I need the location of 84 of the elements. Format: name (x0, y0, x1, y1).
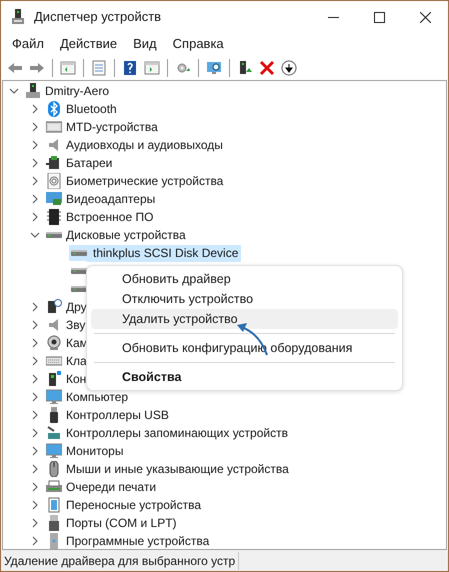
bluetooth-icon (46, 101, 62, 117)
tree-item[interactable]: Батареи (64, 154, 114, 172)
tree-item[interactable]: Очереди печати (64, 478, 158, 496)
expand-chevron-icon[interactable] (30, 410, 40, 420)
expand-chevron-icon[interactable] (30, 500, 40, 510)
tree-item[interactable]: thinkplus SCSI Disk Device (87, 244, 242, 262)
expand-chevron-icon[interactable] (30, 518, 40, 528)
expand-chevron-icon[interactable] (30, 446, 40, 456)
device-upload-icon (237, 60, 253, 76)
tree-item[interactable]: Bluetooth (64, 100, 119, 118)
help-icon (122, 60, 138, 76)
battery-icon (46, 155, 62, 171)
menu-item[interactable]: Справка (166, 34, 231, 54)
webcam-icon (46, 335, 62, 351)
tree-item[interactable]: Мониторы (64, 442, 126, 460)
expand-chevron-icon[interactable] (30, 122, 40, 132)
tree-item[interactable]: Дру (64, 298, 89, 316)
tablet-icon (46, 497, 62, 513)
expand-chevron-icon[interactable] (30, 428, 40, 438)
tree-item[interactable]: Программные устройства (64, 532, 212, 549)
monitor-icon (46, 443, 62, 459)
monitor-icon (46, 389, 62, 405)
window-icon (144, 60, 160, 76)
tree-item[interactable]: Биометрические устройства (64, 172, 226, 190)
tree-item[interactable]: Встроенное ПО (64, 208, 156, 226)
expand-chevron-icon[interactable] (30, 374, 40, 384)
expand-chevron-icon[interactable] (30, 104, 40, 114)
expand-chevron-icon[interactable] (30, 140, 40, 150)
display-icon (46, 191, 62, 207)
expand-chevron-icon[interactable] (30, 158, 40, 168)
tree-item[interactable]: Аудиовходы и аудиовыходы (64, 136, 225, 154)
close-icon (420, 12, 430, 22)
collapse-chevron-icon[interactable] (30, 230, 40, 240)
tree-item[interactable]: Компьютер (64, 388, 130, 406)
menu-item[interactable]: Свойства (91, 367, 398, 387)
toolbar-button[interactable] (280, 58, 298, 76)
menu-item[interactable]: Файл (5, 34, 51, 54)
expand-chevron-icon[interactable] (30, 536, 40, 546)
expand-chevron-icon[interactable] (30, 302, 40, 312)
toolbar-button[interactable] (121, 58, 139, 76)
expand-chevron-icon[interactable] (30, 464, 40, 474)
tree-item[interactable]: Контроллеры запоминающих устройств (64, 424, 290, 442)
expand-chevron-icon[interactable] (30, 176, 40, 186)
expand-chevron-icon[interactable] (30, 212, 40, 222)
tree-item[interactable]: Зву (64, 316, 88, 334)
port-icon (46, 515, 62, 531)
tree-item[interactable]: Мыши и иные указывающие устройства (64, 460, 291, 478)
tree-item[interactable]: Контроллеры USB (64, 406, 171, 424)
window-icon (60, 60, 76, 76)
device-manager-icon (11, 9, 25, 25)
fingerprint-icon (46, 173, 62, 189)
menu-item[interactable]: Действие (52, 34, 124, 54)
card-reader-icon (46, 119, 62, 135)
device-icon (46, 371, 62, 387)
collapse-chevron-icon[interactable] (9, 86, 19, 96)
window-title: Диспетчер устройств (34, 8, 162, 26)
tree-item[interactable]: Кон (64, 370, 88, 388)
printer-icon (46, 479, 62, 495)
status-text: Удаление драйвера для выбранного устр (3, 552, 236, 570)
expand-chevron-icon[interactable] (30, 392, 40, 402)
delete-icon (259, 60, 275, 76)
expand-chevron-icon[interactable] (30, 338, 40, 348)
menu-item[interactable]: Вид (126, 34, 164, 54)
menu-item[interactable]: Обновить драйвер (91, 269, 398, 289)
pc-icon (25, 83, 41, 99)
menu-item[interactable]: Удалить устройство (91, 309, 398, 329)
tree-item[interactable]: Дисковые устройства (64, 226, 188, 244)
tree-item[interactable]: Dmitry-Aero (43, 82, 112, 100)
expand-chevron-icon[interactable] (30, 482, 40, 492)
maximize-icon (374, 12, 384, 22)
tree-item[interactable]: Переносные устройства (64, 496, 204, 514)
menu-item[interactable]: Отключить устройство (91, 289, 398, 309)
tree-item[interactable]: Видеоадаптеры (64, 190, 158, 208)
expand-chevron-icon[interactable] (30, 320, 40, 330)
monitor-search-icon (206, 60, 222, 76)
tree-item[interactable]: MTD-устройства (64, 118, 160, 136)
properties-icon (91, 60, 107, 76)
tree-item[interactable]: Кла (64, 352, 89, 370)
tree-item[interactable]: Порты (COM и LPT) (64, 514, 179, 532)
expand-chevron-icon[interactable] (30, 356, 40, 366)
download-icon (281, 60, 297, 76)
chip-icon (46, 209, 62, 225)
storage-icon (46, 425, 62, 441)
expand-chevron-icon[interactable] (30, 194, 40, 204)
